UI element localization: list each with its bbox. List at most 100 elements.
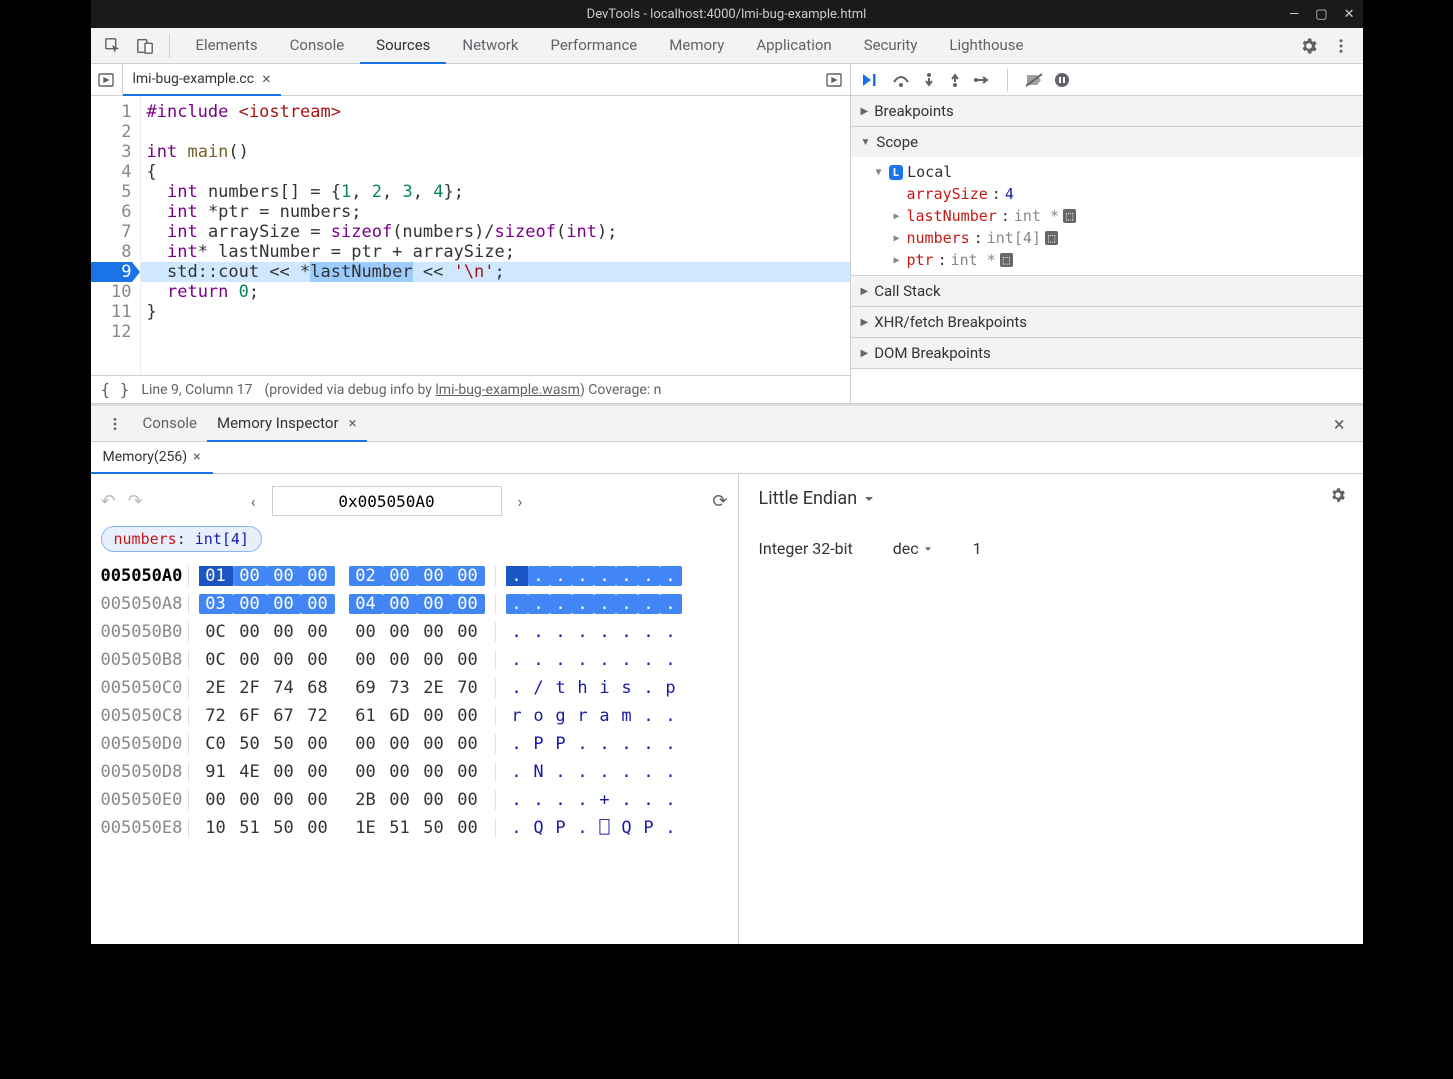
hex-byte[interactable]: 00 bbox=[417, 762, 451, 782]
hex-byte[interactable]: 72 bbox=[199, 706, 233, 726]
tab-elements[interactable]: Elements bbox=[180, 28, 274, 64]
hex-byte[interactable]: 00 bbox=[301, 594, 335, 614]
hex-byte[interactable]: 00 bbox=[383, 622, 417, 642]
tab-sources[interactable]: Sources bbox=[360, 28, 446, 64]
step-out-icon[interactable] bbox=[947, 72, 963, 88]
hex-byte[interactable]: 73 bbox=[383, 678, 417, 698]
hex-byte[interactable]: 00 bbox=[383, 762, 417, 782]
memory-icon[interactable]: ⬚ bbox=[1000, 253, 1013, 267]
hex-byte[interactable]: 50 bbox=[267, 818, 301, 838]
hex-byte[interactable]: 70 bbox=[451, 678, 485, 698]
hex-byte[interactable]: 00 bbox=[349, 650, 383, 670]
xhr-section[interactable]: ▶XHR/fetch Breakpoints bbox=[851, 307, 1363, 337]
scope-var-ptr[interactable]: ▶ptr: int * ⬚ bbox=[891, 249, 1363, 271]
callstack-section[interactable]: ▶Call Stack bbox=[851, 276, 1363, 306]
line-number[interactable]: 8 bbox=[91, 242, 132, 262]
hex-byte[interactable]: 00 bbox=[233, 622, 267, 642]
line-number[interactable]: 6 bbox=[91, 202, 132, 222]
hex-byte[interactable]: 00 bbox=[199, 790, 233, 810]
hex-byte[interactable]: 00 bbox=[301, 762, 335, 782]
hex-byte[interactable]: 00 bbox=[267, 594, 301, 614]
hex-byte[interactable]: 00 bbox=[383, 734, 417, 754]
hex-byte[interactable]: 2E bbox=[417, 678, 451, 698]
scope-section[interactable]: ▼Scope bbox=[851, 127, 1363, 157]
hex-byte[interactable]: 68 bbox=[301, 678, 335, 698]
line-number[interactable]: 4 bbox=[91, 162, 132, 182]
hex-byte[interactable]: 50 bbox=[417, 818, 451, 838]
hex-byte[interactable]: 00 bbox=[383, 650, 417, 670]
memory-tab[interactable]: Memory(256) × bbox=[91, 442, 213, 474]
line-number[interactable]: 5 bbox=[91, 182, 132, 202]
hex-byte[interactable]: 0C bbox=[199, 622, 233, 642]
tab-console[interactable]: Console bbox=[274, 28, 361, 64]
format-selector[interactable]: dec bbox=[893, 539, 933, 558]
scope-local[interactable]: ▼L Local bbox=[873, 161, 1363, 183]
resume-icon[interactable] bbox=[861, 72, 881, 88]
hex-byte[interactable]: 00 bbox=[383, 790, 417, 810]
hex-byte[interactable]: 10 bbox=[199, 818, 233, 838]
hex-byte[interactable]: 00 bbox=[267, 790, 301, 810]
drawer-tab-memory-inspector[interactable]: Memory Inspector× bbox=[207, 406, 367, 442]
hex-byte[interactable]: 00 bbox=[233, 650, 267, 670]
hex-byte[interactable]: 00 bbox=[383, 566, 417, 586]
hex-byte[interactable]: 00 bbox=[349, 734, 383, 754]
tab-performance[interactable]: Performance bbox=[534, 28, 653, 64]
minimize-icon[interactable]: — bbox=[1289, 7, 1299, 22]
hex-byte[interactable]: 51 bbox=[383, 818, 417, 838]
hex-byte[interactable]: 00 bbox=[451, 734, 485, 754]
hex-byte[interactable]: 00 bbox=[451, 622, 485, 642]
tab-network[interactable]: Network bbox=[446, 28, 534, 64]
hex-byte[interactable]: 91 bbox=[199, 762, 233, 782]
step-over-icon[interactable] bbox=[891, 72, 911, 88]
pause-exceptions-icon[interactable] bbox=[1054, 72, 1070, 88]
drawer-menu-icon[interactable] bbox=[97, 416, 133, 432]
scope-var-lastNumber[interactable]: ▶lastNumber: int * ⬚ bbox=[891, 205, 1363, 227]
line-number[interactable]: 10 bbox=[91, 282, 132, 302]
dom-section[interactable]: ▶DOM Breakpoints bbox=[851, 338, 1363, 368]
hex-byte[interactable]: 00 bbox=[233, 594, 267, 614]
line-number[interactable]: 7 bbox=[91, 222, 132, 242]
memory-icon[interactable]: ⬚ bbox=[1063, 209, 1076, 223]
memory-tab-close-icon[interactable]: × bbox=[193, 449, 200, 465]
run-snippet-icon[interactable] bbox=[818, 64, 850, 96]
wasm-link[interactable]: lmi-bug-example.wasm bbox=[435, 382, 580, 398]
hex-byte[interactable]: 00 bbox=[417, 706, 451, 726]
hex-byte[interactable]: 00 bbox=[267, 622, 301, 642]
hex-byte[interactable]: 00 bbox=[233, 566, 267, 586]
tab-security[interactable]: Security bbox=[848, 28, 934, 64]
hex-byte[interactable]: 00 bbox=[417, 734, 451, 754]
drawer-close-icon[interactable]: × bbox=[1322, 412, 1357, 436]
hex-byte[interactable]: 74 bbox=[267, 678, 301, 698]
hex-byte[interactable]: 04 bbox=[349, 594, 383, 614]
deactivate-breakpoints-icon[interactable] bbox=[1024, 72, 1044, 88]
hex-byte[interactable]: 61 bbox=[349, 706, 383, 726]
close-icon[interactable]: ✕ bbox=[1344, 7, 1355, 22]
hex-byte[interactable]: 00 bbox=[451, 706, 485, 726]
redo-icon[interactable]: ↷ bbox=[128, 491, 143, 512]
maximize-icon[interactable]: ▢ bbox=[1315, 7, 1327, 22]
hex-byte[interactable]: 00 bbox=[349, 762, 383, 782]
hex-byte[interactable]: 00 bbox=[301, 622, 335, 642]
hex-byte[interactable]: 00 bbox=[267, 650, 301, 670]
hex-byte[interactable]: 1E bbox=[349, 818, 383, 838]
navigator-toggle-icon[interactable] bbox=[91, 64, 123, 96]
hex-byte[interactable]: 00 bbox=[301, 734, 335, 754]
hex-byte[interactable]: 00 bbox=[233, 790, 267, 810]
prev-address-icon[interactable]: ‹ bbox=[247, 492, 260, 511]
hex-byte[interactable]: 00 bbox=[451, 790, 485, 810]
hex-byte[interactable]: 2F bbox=[233, 678, 267, 698]
hex-byte[interactable]: 00 bbox=[417, 594, 451, 614]
hex-byte[interactable]: 00 bbox=[301, 566, 335, 586]
refresh-icon[interactable]: ⟳ bbox=[712, 491, 727, 512]
hex-byte[interactable]: 02 bbox=[349, 566, 383, 586]
hex-byte[interactable]: 00 bbox=[451, 818, 485, 838]
next-address-icon[interactable]: › bbox=[514, 492, 527, 511]
hex-byte[interactable]: 00 bbox=[451, 594, 485, 614]
line-number[interactable]: 1 bbox=[91, 102, 132, 122]
undo-icon[interactable]: ↶ bbox=[101, 491, 116, 512]
scope-var-arraySize[interactable]: arraySize: 4 bbox=[891, 183, 1363, 205]
step-into-icon[interactable] bbox=[921, 72, 937, 88]
hex-byte[interactable]: 00 bbox=[383, 594, 417, 614]
hex-byte[interactable]: 00 bbox=[267, 762, 301, 782]
line-number[interactable]: 9 bbox=[91, 262, 132, 282]
